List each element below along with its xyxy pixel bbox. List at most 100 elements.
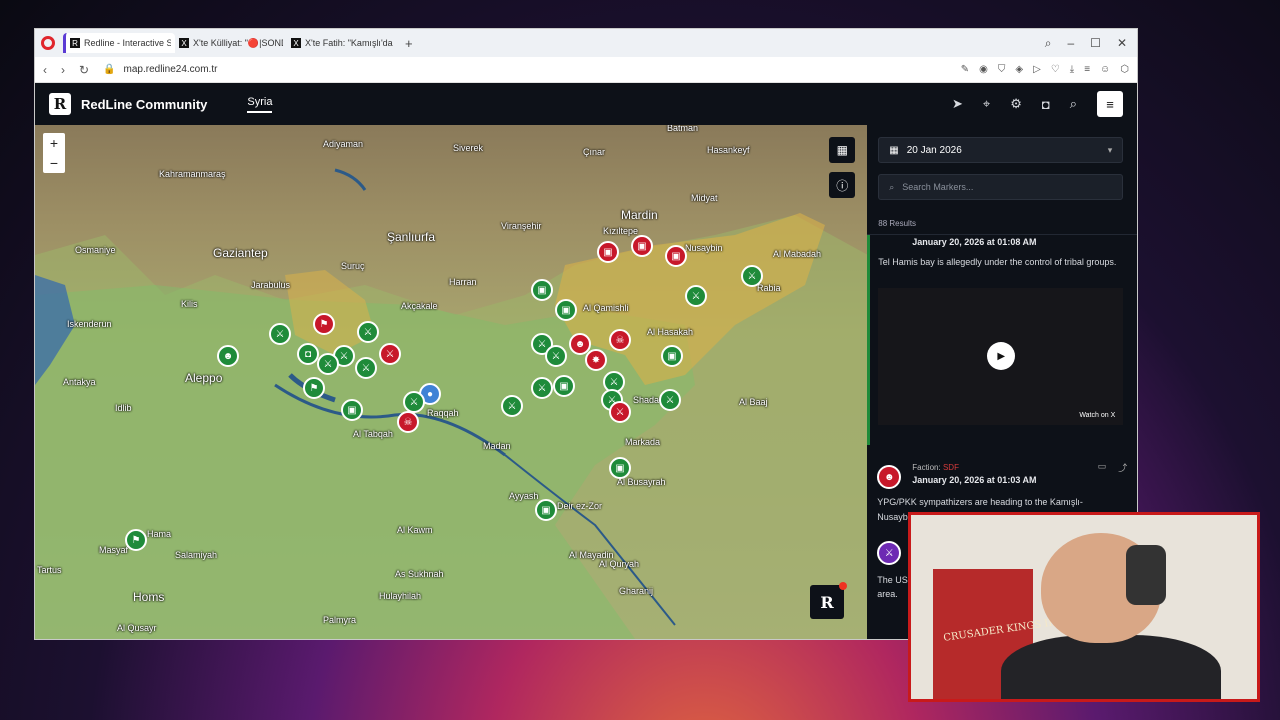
search-icon[interactable]: ⌕ [1070, 96, 1077, 112]
reload-icon[interactable]: ↻ [79, 63, 89, 77]
vehicle-marker[interactable]: ▣ [661, 345, 683, 367]
map-label: Akçakale [401, 301, 438, 311]
opera-menu-icon[interactable] [41, 36, 55, 50]
video-icon[interactable]: ▭ [1098, 461, 1107, 474]
group-marker[interactable]: ☻ [217, 345, 239, 367]
url-text: map.redline24.com.tr [123, 64, 218, 75]
pin-icon[interactable]: ⌖ [983, 96, 990, 112]
map-label: Markada [625, 437, 661, 447]
event-card[interactable]: January 20, 2026 at 01:08 AM Tel Hamis b… [867, 235, 1137, 445]
package-icon[interactable]: ⬡ [1120, 64, 1129, 75]
close-icon[interactable]: ✕ [1117, 36, 1127, 51]
date-value: 20 Jan 2026 [906, 144, 962, 156]
map-label: Al Mabadah [773, 249, 822, 259]
frontline-marker[interactable]: ⚔ [741, 265, 763, 287]
frontline-marker[interactable]: ⚔ [531, 377, 553, 399]
event-text: area. [877, 589, 898, 599]
vehicle-marker[interactable]: ▣ [341, 399, 363, 421]
forward-icon[interactable]: › [61, 63, 65, 77]
browser-search-icon[interactable]: ⌕ [1045, 36, 1052, 51]
map-label: Palmyra [323, 615, 357, 625]
vehicle-marker[interactable]: ▣ [553, 375, 575, 397]
window-controls: ⌕ – ☐ ✕ [1045, 36, 1137, 51]
vehicle-marker[interactable]: ▣ [535, 499, 557, 521]
vehicle-marker[interactable]: ▣ [597, 241, 619, 263]
calendar-icon: ▦ [889, 144, 899, 156]
profile-icon[interactable]: ☺ [1100, 64, 1110, 75]
tab-x-2[interactable]: X X'te Fatih: "Kamışlı'da top... [287, 33, 399, 53]
map-label: Al Qusayr [117, 623, 157, 633]
camera-marker[interactable]: ◘ [297, 343, 319, 365]
frontline-marker[interactable]: ⚔ [269, 323, 291, 345]
heart-icon[interactable]: ♡ [1051, 64, 1060, 75]
shield-icon[interactable]: ⛉ [998, 64, 1006, 75]
external-link-icon[interactable]: ⤴ [1118, 461, 1127, 474]
brand-name: RedLine Community [81, 96, 208, 112]
search-markers-field[interactable]: ⌕ Search Markers... [878, 174, 1124, 200]
url-field[interactable]: 🔒 map.redline24.com.tr [103, 64, 217, 75]
vehicle-marker[interactable]: ▣ [531, 279, 553, 301]
gear-icon[interactable]: ⚙ [1010, 96, 1022, 112]
flag-marker[interactable]: ⚑ [125, 529, 147, 551]
casualty-marker[interactable]: ☠ [609, 329, 631, 351]
map-label: Tartus [37, 565, 62, 575]
video-embed[interactable]: ▶ Watch on X [878, 288, 1124, 425]
route-icon[interactable]: ➤ [952, 96, 963, 112]
tab-redline[interactable]: R Redline - Interactive Strat... [63, 33, 175, 53]
play-icon[interactable]: ▶ [987, 342, 1016, 370]
tab-x-1[interactable]: X X'te Külliyat: "🔴|SONDAKİ... [175, 33, 287, 53]
faction-name: SDF [942, 463, 959, 472]
date-picker[interactable]: ▦ 20 Jan 2026 ▾ [878, 137, 1124, 163]
redline-logo[interactable]: R [49, 93, 71, 115]
flag-marker[interactable]: ⚑ [303, 377, 325, 399]
flag-marker[interactable]: ⚑ [313, 313, 335, 335]
explosion-marker[interactable]: ✸ [585, 349, 607, 371]
frontline-marker[interactable]: ⚔ [501, 395, 523, 417]
back-icon[interactable]: ‹ [43, 63, 47, 77]
download-icon[interactable]: ⤓ [1070, 64, 1074, 75]
vpn-icon[interactable]: ◈ [1015, 64, 1023, 75]
zoom-out-button[interactable]: − [43, 153, 65, 173]
extension-bar: ✎ ◉ ⛉ ◈ ▷ ♡ ⤓ ≡ ☺ ⬡ [961, 64, 1129, 75]
map-label: Iskenderun [67, 319, 112, 329]
attack-marker[interactable]: ⚔ [379, 343, 401, 365]
frontline-marker[interactable]: ⚔ [545, 345, 567, 367]
frontline-marker[interactable]: ⚔ [659, 389, 681, 411]
camera-ext-icon[interactable]: ◉ [979, 64, 988, 75]
frontline-marker[interactable]: ⚔ [685, 285, 707, 307]
frontline-marker[interactable]: ⚔ [357, 321, 379, 343]
streamer-body [1001, 635, 1221, 699]
new-tab-button[interactable]: + [405, 36, 413, 51]
menu-icon[interactable]: ≡ [1097, 91, 1123, 117]
map-terrain [35, 168, 868, 639]
tab-syria[interactable]: Syria [247, 96, 273, 113]
map-label: Kızıltepe [603, 226, 639, 236]
vehicle-marker[interactable]: ▣ [555, 299, 577, 321]
map-label: Gaziantep [213, 246, 268, 260]
zoom-control: + − [43, 133, 65, 173]
frontline-marker[interactable]: ⚔ [317, 353, 339, 375]
map-view[interactable]: + − ▦ ⓘ Batman Adiyaman Siverek Çınar Ka… [35, 125, 868, 639]
attack-marker[interactable]: ⚔ [609, 401, 631, 423]
tab-bar: R Redline - Interactive Strat... X X'te … [35, 29, 1137, 57]
vehicle-marker[interactable]: ▣ [665, 245, 687, 267]
screenshot-icon[interactable]: ✎ [961, 64, 969, 75]
play-ext-icon[interactable]: ▷ [1033, 64, 1041, 75]
minimize-icon[interactable]: – [1067, 36, 1074, 51]
watch-on-x-link[interactable]: Watch on X [1079, 412, 1115, 419]
faction-icon: ☻ [877, 465, 902, 489]
zoom-in-button[interactable]: + [43, 133, 65, 153]
info-icon[interactable]: ⓘ [829, 172, 856, 198]
frontline-marker[interactable]: ⚔ [403, 391, 425, 413]
camera-icon[interactable]: ◘ [1042, 97, 1050, 112]
map-label: Madan [483, 441, 511, 451]
list-icon[interactable]: ≡ [1084, 64, 1090, 75]
redline-map-badge[interactable]: R [810, 582, 847, 619]
casualty-marker[interactable]: ☠ [397, 411, 419, 433]
frontline-marker[interactable]: ⚔ [355, 357, 377, 379]
maximize-icon[interactable]: ☐ [1090, 36, 1101, 51]
vehicle-marker[interactable]: ▣ [609, 457, 631, 479]
map-label: Homs [133, 590, 165, 604]
vehicle-marker[interactable]: ▣ [631, 235, 653, 257]
map-layers-icon[interactable]: ▦ [829, 137, 856, 163]
